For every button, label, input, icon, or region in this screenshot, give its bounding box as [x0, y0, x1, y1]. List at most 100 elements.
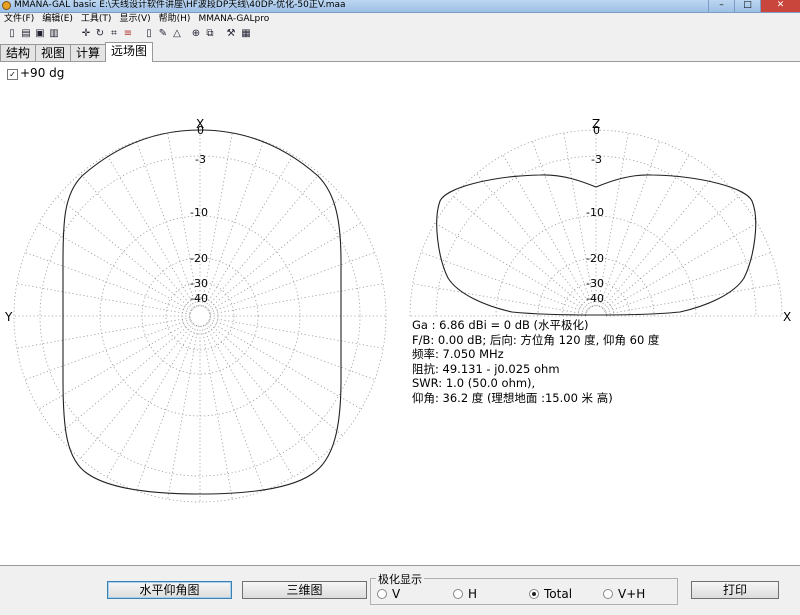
grid-ring [13, 129, 387, 503]
v-ring-label-3: -3 [591, 153, 602, 166]
grid-spoke [203, 141, 264, 307]
grid-spoke [209, 252, 375, 313]
v-ring-label-20: -20 [586, 252, 604, 265]
h-ring-label-30: -30 [190, 277, 208, 290]
copy-icon[interactable]: ⧉ [204, 27, 216, 40]
grid-spoke [208, 320, 362, 410]
h-ring-label-40: -40 [190, 292, 208, 305]
grid-spoke [57, 196, 193, 310]
radio-total[interactable]: Total [529, 587, 572, 601]
tab-structure[interactable]: 结构 [0, 44, 37, 62]
grid-spoke [201, 325, 233, 500]
radio-h[interactable]: H [453, 587, 477, 601]
h-ring-label-3: -3 [195, 153, 206, 166]
radio-v-label: V [392, 587, 401, 601]
save-icon[interactable]: ▣ [34, 27, 46, 40]
grid-spoke [38, 222, 192, 312]
radio-vh-dot[interactable] [603, 589, 613, 599]
new-file-icon[interactable]: ▯ [6, 27, 18, 40]
h-ring-label-20: -20 [190, 252, 208, 265]
menu-edit[interactable]: 编辑(E) [38, 13, 77, 25]
v-ring-label-0: 0 [593, 124, 600, 137]
print-button[interactable]: 打印 [691, 581, 779, 599]
move-icon[interactable]: ✛ [80, 27, 92, 40]
plus-90-checkbox[interactable]: ✓ [7, 69, 18, 80]
grid-spoke [206, 173, 320, 309]
menu-bar: 文件(F) 编辑(E) 工具(T) 显示(V) 帮助(H) MMANA-GALp… [0, 13, 800, 25]
toolbar: ▯ ▤ ▣ ▥ ✛ ↻ ⌗ ≡ ▯ ✎ △ ⊕ ⧉ ⚒ ▦ [0, 27, 800, 41]
v-ring-label-40: -40 [586, 292, 604, 305]
menu-file[interactable]: 文件(F) [0, 13, 38, 25]
grid-spoke [434, 222, 588, 312]
window-title: MMANA-GAL basic E:\天线设计软件讲座\HF波段DP天线\40D… [14, 0, 346, 10]
menu-galpro[interactable]: MMANA-GALpro [194, 13, 273, 25]
close-button[interactable]: ✕ [760, 0, 800, 12]
edit-icon[interactable]: ✎ [157, 27, 169, 40]
radio-total-dot[interactable] [529, 589, 539, 599]
vertical-right-axis-label: X [783, 310, 791, 324]
grid-spoke [207, 196, 343, 310]
elevation-text: 仰角: 36.2 度 (理想地面 :15.00 米 高) [412, 390, 613, 405]
grid-spoke [25, 319, 191, 380]
grid-spoke [203, 325, 264, 491]
grid-spoke [532, 141, 593, 307]
horizontal-pattern-grid [13, 129, 387, 503]
radio-h-dot[interactable] [453, 589, 463, 599]
grid-spoke [476, 173, 590, 309]
grid-spoke [599, 141, 660, 307]
triangle-icon[interactable]: △ [171, 27, 183, 40]
calculator-icon[interactable]: ▦ [240, 27, 252, 40]
tab-view[interactable]: 视图 [35, 44, 72, 62]
document-icon[interactable]: ▯ [143, 27, 155, 40]
rotate-icon[interactable]: ↻ [94, 27, 106, 40]
target-icon[interactable]: ⊕ [190, 27, 202, 40]
h-ring-label-10: -10 [190, 206, 208, 219]
radio-v[interactable]: V [377, 587, 400, 601]
pattern-svg: X Y Z X 0 -3 -10 -20 -30 -40 0 -3 -10 -2… [4, 117, 791, 503]
tools-icon[interactable]: ⚒ [225, 27, 237, 40]
3d-view-button[interactable]: 三维图 [242, 581, 367, 599]
grid-spoke [25, 252, 191, 313]
horizontal-pattern-curve [62, 129, 342, 495]
menu-help[interactable]: 帮助(H) [155, 13, 195, 25]
grid-spoke [136, 325, 197, 491]
grid-spoke [136, 141, 197, 307]
minimize-button[interactable]: – [708, 0, 734, 12]
h-ring-label-0: 0 [197, 124, 204, 137]
radio-v-dot[interactable] [377, 589, 387, 599]
open-folder-icon[interactable]: ▤ [20, 27, 32, 40]
grid-ring [189, 305, 211, 327]
zoom-icon[interactable]: ⌗ [108, 27, 120, 40]
grid-spoke [80, 173, 194, 309]
impedance-text: 阻抗: 49.131 - j0.025 ohm [412, 361, 560, 376]
grid-ring [39, 155, 361, 477]
radio-h-label: H [468, 587, 478, 601]
menu-tools[interactable]: 工具(T) [77, 13, 116, 25]
tab-far-field[interactable]: 远场图 [105, 42, 154, 62]
v-ring-label-10: -10 [586, 206, 604, 219]
grid-spoke [204, 154, 294, 308]
wire-edit-icon[interactable]: ≡ [122, 27, 134, 40]
tab-calculate[interactable]: 计算 [70, 44, 107, 62]
front-back-text: F/B: 0.00 dB; 后向: 方位角 120 度, 仰角 60 度 [412, 332, 660, 347]
radio-v-plus-h[interactable]: V+H [603, 587, 645, 601]
grid-spoke [167, 325, 199, 500]
frequency-text: 频率: 7.050 MHz [412, 347, 504, 361]
grid-spoke [412, 283, 587, 315]
grid-spoke [605, 252, 771, 313]
grid-spoke [208, 222, 362, 312]
far-field-plot-area: X Y Z X 0 -3 -10 -20 -30 -40 0 -3 -10 -2… [0, 61, 800, 566]
horizontal-left-axis-label: Y [4, 310, 13, 324]
tab-bar: 结构 视图 计算 远场图 [0, 42, 154, 62]
grid-spoke [16, 283, 191, 315]
plus-90-checkbox-label: +90 dg [20, 66, 65, 80]
print-setup-icon[interactable]: ▥ [48, 27, 60, 40]
app-icon [2, 1, 11, 10]
maximize-button[interactable]: □ [734, 0, 760, 12]
horizontal-elevation-button[interactable]: 水平仰角图 [107, 581, 232, 599]
results-info: Ga : 6.86 dBi = 0 dB (水平极化) F/B: 0.00 dB… [412, 318, 659, 405]
radio-total-label: Total [544, 587, 573, 601]
swr-text: SWR: 1.0 (50.0 ohm), [412, 376, 536, 390]
title-bar: MMANA-GAL basic E:\天线设计软件讲座\HF波段DP天线\40D… [0, 0, 800, 13]
menu-view[interactable]: 显示(V) [115, 13, 154, 25]
